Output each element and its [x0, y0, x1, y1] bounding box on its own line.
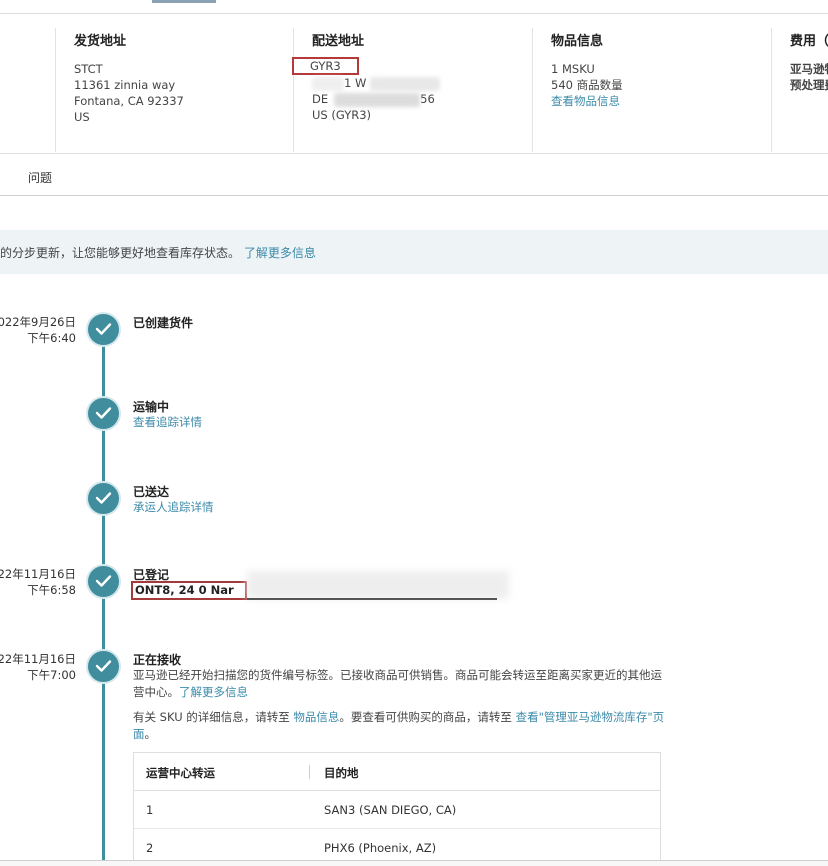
ship-to-street-fragment: 1 W [344, 76, 367, 90]
check-circle-icon [88, 566, 119, 597]
event-date: 2022年11月16日下午7:00 [0, 651, 76, 683]
check-circle-icon [88, 651, 119, 682]
view-tracking-link[interactable]: 查看追踪详情 [133, 414, 202, 430]
event-date-text: 2022年9月26日 [0, 315, 76, 329]
contents-title: 物品信息 [551, 34, 604, 49]
event-date: 2022年9月26日下午6:40 [0, 314, 76, 346]
fulfillment-transfer-table: 运营中心转运 目的地 1 SAN3 (SAN DIEGO, CA) 2 PHX6… [133, 752, 661, 866]
header-destination: 目的地 [324, 766, 359, 780]
ship-to-code-highlight: GYR3 [292, 57, 359, 75]
shipment-summary: 发货地址 STCT 11361 zinnia way Fontana, CA 9… [0, 14, 828, 154]
check-circle-icon [88, 398, 119, 429]
ship-to-title: 配送地址 [312, 34, 365, 49]
banner-text: 的分步更新，让您能够更好地查看库存状态。 了解更多信息 [0, 244, 316, 261]
fees-column: 费用（ 亚马逊物 预处理费 [790, 30, 828, 93]
redacted-block [312, 76, 344, 91]
ship-to-code-row: GYR3 [292, 57, 440, 75]
checked-in-location-highlight: ONT8, 24 0 Nar [131, 581, 247, 600]
msku-count: 1 MSKU [551, 62, 595, 76]
event-title: 已创建货件 [133, 316, 194, 330]
tracking-info-banner: 的分步更新，让您能够更好地查看库存状态。 了解更多信息 [0, 230, 828, 274]
redacted-block [370, 76, 441, 91]
banner-message: 的分步更新，让您能够更好地查看库存状态。 [0, 246, 241, 260]
event-title: 已送达 [133, 485, 170, 499]
unit-count: 540 商品数量 [551, 78, 623, 92]
transfer-number: 2 [146, 841, 154, 855]
sku-note-text: 有关 SKU 的详细信息，请转至 [133, 710, 290, 724]
sku-note-text: 。要查看可供购买的商品，请转至 [339, 710, 512, 724]
bottom-edge [0, 860, 828, 866]
ship-from-line: Fontana, CA 92337 [74, 94, 184, 108]
event-title: 运输中 [133, 400, 170, 414]
column-separator [309, 765, 310, 779]
column-divider [293, 28, 294, 152]
section-tab-bar: 问题 [0, 154, 828, 196]
event-time-text: 下午6:58 [27, 583, 76, 597]
fees-title: 费用（ [790, 34, 828, 49]
event-time-text: 下午6:40 [27, 331, 76, 345]
table-row: 1 SAN3 (SAN DIEGO, CA) [134, 791, 660, 829]
view-contents-link[interactable]: 查看物品信息 [551, 93, 623, 109]
ship-from-line: 11361 zinnia way [74, 78, 176, 92]
check-circle-icon [88, 314, 119, 345]
tab-issues[interactable]: 问题 [28, 169, 52, 186]
transfer-number: 1 [146, 803, 154, 817]
table-header: 运营中心转运 目的地 [134, 753, 660, 791]
learn-more-link[interactable]: 了解更多信息 [179, 685, 248, 699]
carrier-tracking-link[interactable]: 承运人追踪详情 [133, 499, 214, 515]
event-date: 2022年11月16日下午6:58 [0, 566, 76, 598]
ship-to-street-row: 1 W [312, 75, 441, 91]
ship-to-city-fragment: DE [312, 92, 329, 106]
active-tab-indicator [152, 0, 216, 3]
ship-to-city-row: DE 56 [312, 91, 440, 107]
event-title: 正在接收 [133, 653, 182, 667]
event-time-text: 下午7:00 [27, 668, 76, 682]
ship-from-line: US [74, 110, 90, 124]
ship-to-country: US (GYR3) [312, 108, 372, 122]
column-divider [532, 28, 533, 152]
redacted-block [247, 571, 509, 599]
event-date-text: 2022年11月16日 [0, 652, 76, 666]
redaction-underline [247, 598, 497, 600]
ship-from-line: STCT [74, 62, 103, 76]
redacted-block [334, 92, 421, 107]
receiving-description: 亚马逊已经开始扫描您的货件编号标签。已接收商品可供销售。商品可能会转运至距离买家… [133, 667, 673, 701]
column-divider [771, 28, 772, 152]
destination: SAN3 (SAN DIEGO, CA) [324, 803, 457, 817]
contents-column: 物品信息 1 MSKU 540 商品数量 查看物品信息 [551, 30, 623, 109]
fees-line: 亚马逊物 [790, 62, 828, 76]
ship-to-zip-fragment: 56 [420, 92, 435, 106]
ship-from-title: 发货地址 [74, 34, 127, 49]
sku-details-note: 有关 SKU 的详细信息，请转至 物品信息。要查看可供购买的商品，请转至 查看"… [133, 709, 673, 743]
fees-line: 预处理费 [790, 78, 828, 92]
check-circle-icon [88, 483, 119, 514]
column-divider [55, 28, 56, 152]
destination: PHX6 (Phoenix, AZ) [324, 841, 437, 855]
header-transfer: 运营中心转运 [146, 766, 215, 780]
event-date-text: 2022年11月16日 [0, 567, 76, 581]
learn-more-link[interactable]: 了解更多信息 [244, 246, 316, 260]
contents-link[interactable]: 物品信息 [293, 710, 339, 724]
sku-note-text: 。 [144, 727, 157, 741]
ship-from-column: 发货地址 STCT 11361 zinnia way Fontana, CA 9… [74, 30, 184, 125]
ship-to-column: 配送地址 GYR3 1 W DE 56 US (GYR3) [292, 30, 441, 123]
top-tab-strip [0, 0, 828, 14]
